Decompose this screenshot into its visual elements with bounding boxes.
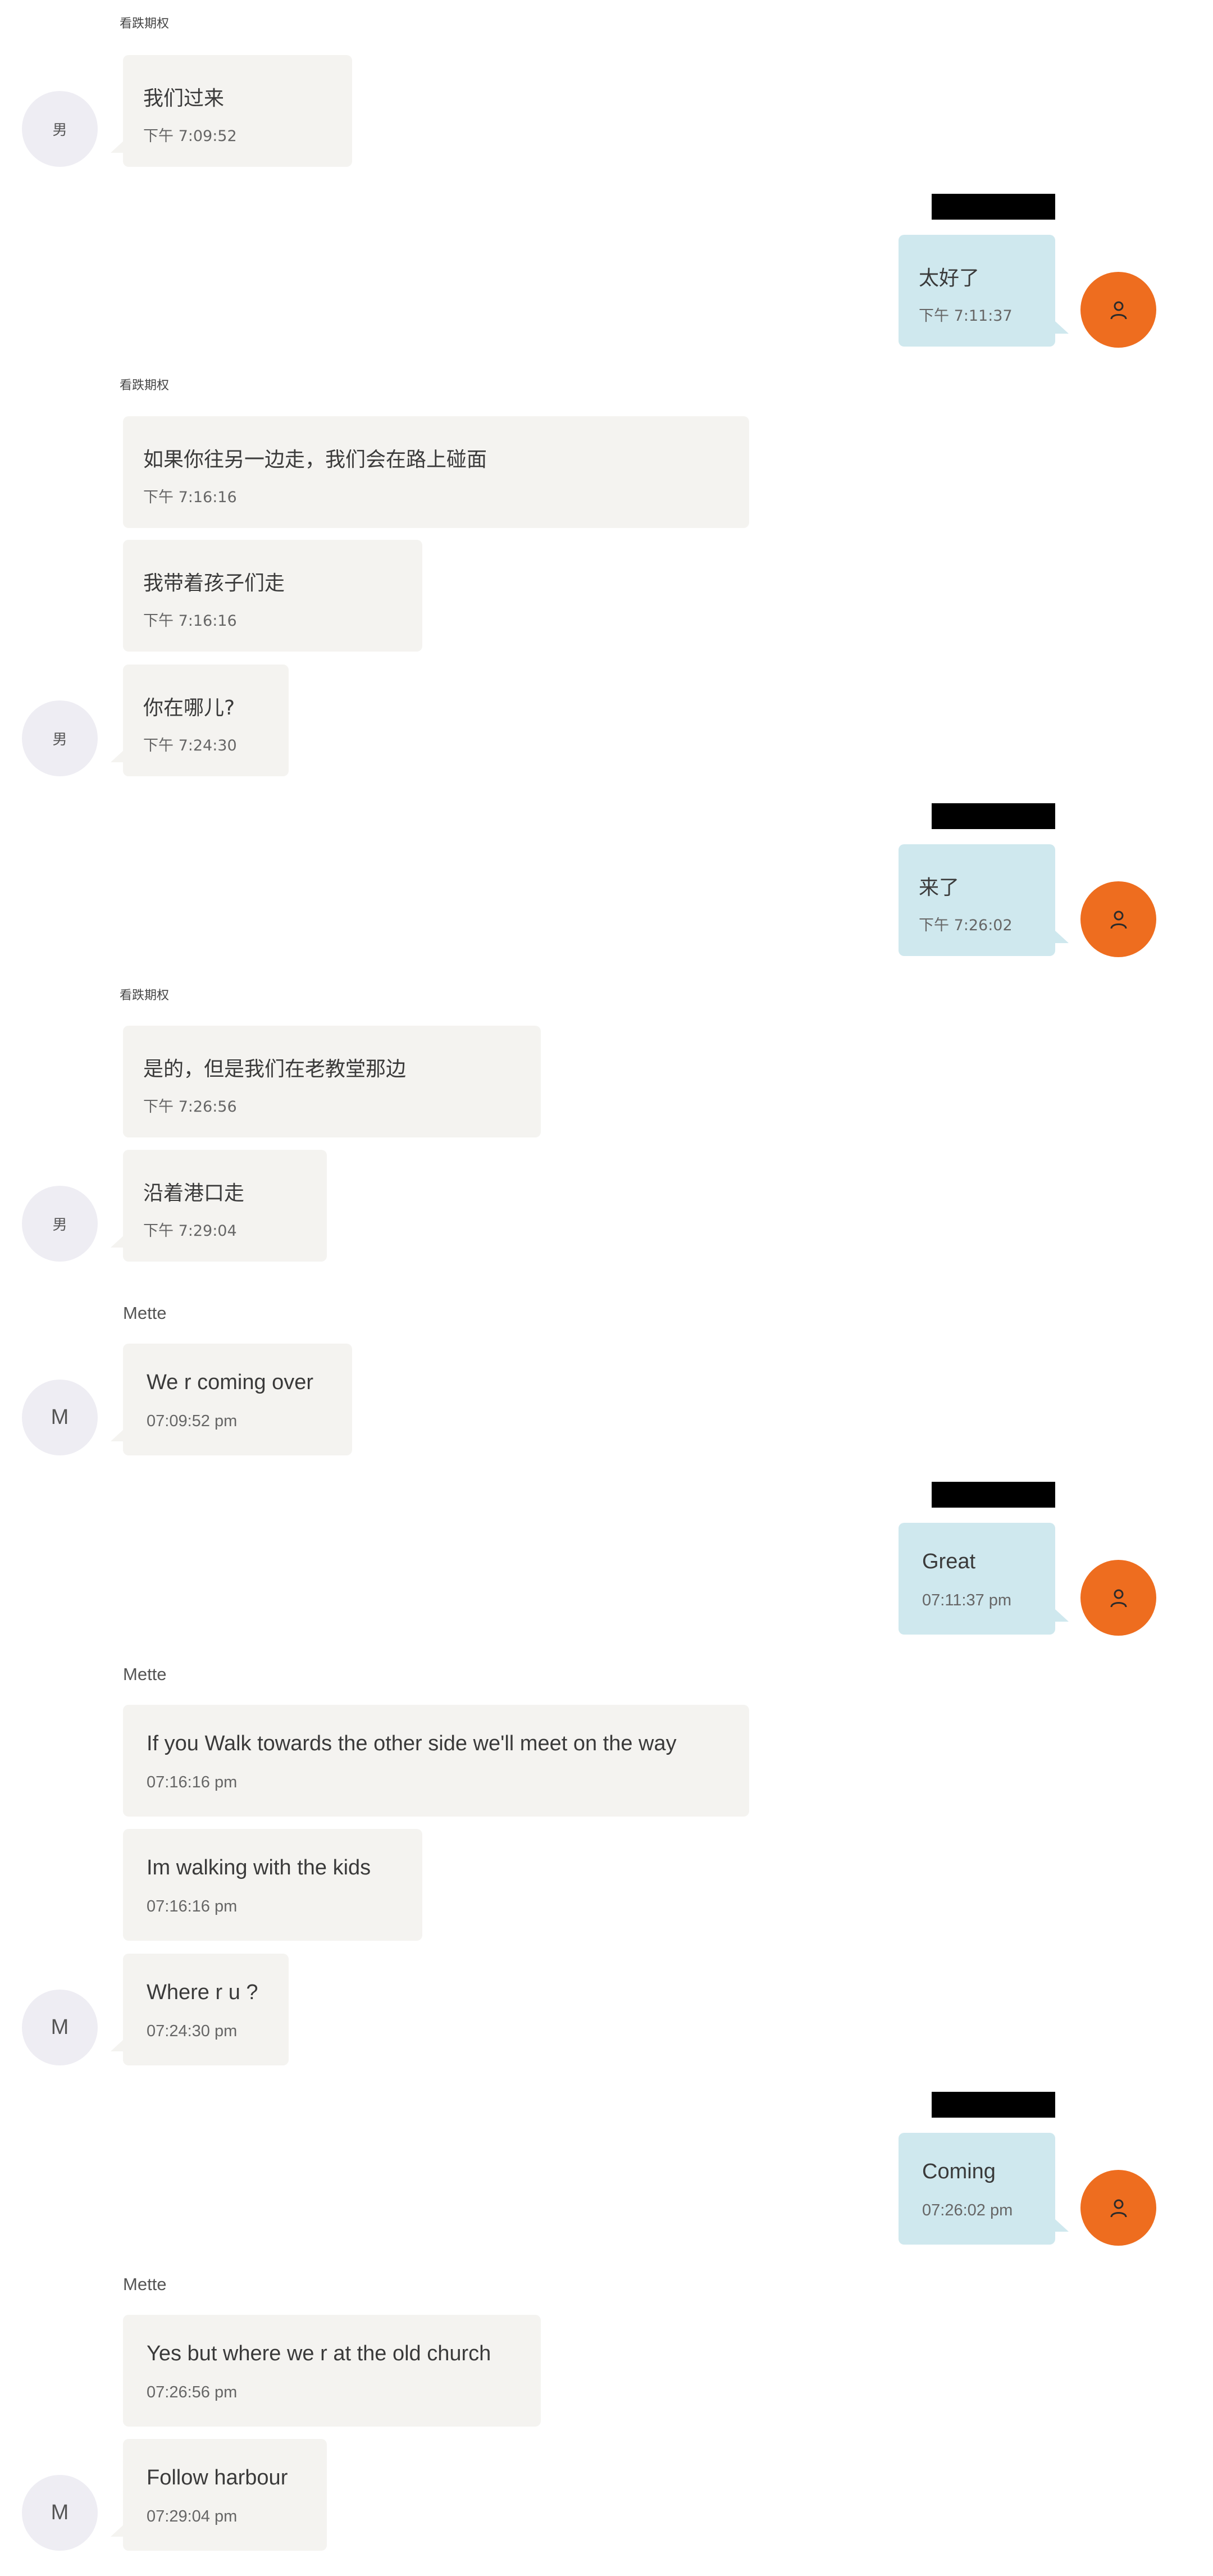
bubble-tail — [1055, 321, 1069, 334]
message-bubble-incoming[interactable]: 如果你往另一边走，我们会在路上碰面 下午 7:16:16 — [123, 416, 749, 528]
message-text: 如果你往另一边走，我们会在路上碰面 — [143, 448, 487, 471]
contact-avatar[interactable]: M — [22, 2475, 98, 2551]
contact-avatar[interactable]: M — [22, 1380, 98, 1455]
contact-avatar[interactable]: 男 — [22, 700, 98, 776]
message-text: Im walking with the kids — [147, 1856, 371, 1879]
bubble-tail — [111, 1429, 124, 1441]
message-text: 太好了 — [919, 267, 980, 290]
message-bubble-outgoing[interactable]: Great 07:11:37 pm — [899, 1523, 1055, 1635]
message-text: 沿着港口走 — [143, 1182, 245, 1205]
message-timestamp: 07:11:37 pm — [922, 1591, 1012, 1609]
message-bubble-outgoing[interactable]: 太好了 下午 7:11:37 — [899, 235, 1055, 347]
self-avatar[interactable] — [1080, 881, 1156, 957]
message-text: Follow harbour — [147, 2466, 288, 2489]
sender-name: 看跌期权 — [120, 989, 170, 1003]
message-text: 我们过来 — [143, 87, 225, 110]
sender-name: 看跌期权 — [120, 379, 170, 393]
message-text: Yes but where we r at the old church — [147, 2342, 491, 2365]
sender-name: 看跌期权 — [120, 17, 170, 31]
bubble-tail — [111, 1235, 124, 1248]
message-bubble-incoming[interactable]: If you Walk towards the other side we'll… — [123, 1705, 749, 1817]
message-bubble-incoming[interactable]: Yes but where we r at the old church 07:… — [123, 2315, 541, 2427]
redacted-sender-name — [932, 1482, 1055, 1508]
message-timestamp: 下午 7:16:16 — [143, 612, 237, 630]
message-timestamp: 下午 7:26:02 — [919, 917, 1013, 934]
contact-avatar[interactable]: 男 — [22, 91, 98, 167]
bubble-tail — [1055, 1609, 1069, 1622]
sender-name: Mette — [123, 1664, 167, 1684]
message-bubble-incoming[interactable]: Im walking with the kids 07:16:16 pm — [123, 1829, 422, 1941]
message-bubble-incoming[interactable]: 你在哪儿? 下午 7:24:30 — [123, 665, 289, 776]
message-timestamp: 07:26:56 pm — [147, 2383, 238, 2401]
bubble-tail — [1055, 2219, 1069, 2232]
contact-avatar[interactable]: M — [22, 1990, 98, 2065]
message-timestamp: 07:16:16 pm — [147, 1773, 238, 1791]
message-timestamp: 07:29:04 pm — [147, 2507, 238, 2525]
bubble-tail — [111, 750, 124, 762]
message-timestamp: 下午 7:26:56 — [143, 1098, 237, 1116]
message-text: Coming — [922, 2160, 996, 2183]
redacted-sender-name — [932, 194, 1055, 220]
message-bubble-incoming[interactable]: 沿着港口走 下午 7:29:04 — [123, 1150, 327, 1262]
message-bubble-incoming[interactable]: 我带着孩子们走 下午 7:16:16 — [123, 540, 422, 652]
person-icon — [1110, 911, 1127, 929]
bubble-tail — [111, 2039, 124, 2051]
message-text: 是的，但是我们在老教堂那边 — [143, 1058, 407, 1081]
person-icon — [1110, 2199, 1127, 2218]
self-avatar[interactable] — [1080, 272, 1156, 348]
message-timestamp: 下午 7:24:30 — [143, 737, 237, 754]
message-timestamp: 07:24:30 pm — [147, 2022, 238, 2040]
message-timestamp: 07:26:02 pm — [922, 2201, 1013, 2219]
message-bubble-incoming[interactable]: We r coming over 07:09:52 pm — [123, 1344, 352, 1455]
message-timestamp: 07:09:52 pm — [147, 1412, 238, 1430]
self-avatar[interactable] — [1080, 2170, 1156, 2246]
message-timestamp: 下午 7:09:52 — [143, 128, 237, 145]
bubble-tail — [111, 140, 124, 153]
message-timestamp: 下午 7:29:04 — [143, 1222, 237, 1240]
redacted-sender-name — [932, 2092, 1055, 2118]
message-bubble-incoming[interactable]: 我们过来 下午 7:09:52 — [123, 55, 352, 167]
message-bubble-incoming[interactable]: 是的，但是我们在老教堂那边 下午 7:26:56 — [123, 1026, 541, 1137]
sender-name: Mette — [123, 2274, 167, 2294]
sender-name: Mette — [123, 1303, 167, 1323]
message-bubble-incoming[interactable]: Follow harbour 07:29:04 pm — [123, 2439, 327, 2551]
self-avatar[interactable] — [1080, 1560, 1156, 1636]
message-timestamp: 07:16:16 pm — [147, 1897, 238, 1915]
bubble-tail — [111, 2524, 124, 2537]
message-text: 你在哪儿? — [143, 697, 235, 720]
message-text: 我带着孩子们走 — [143, 572, 285, 595]
message-bubble-outgoing[interactable]: 来了 下午 7:26:02 — [899, 844, 1055, 956]
message-text: Where r u ? — [147, 1981, 258, 2004]
message-timestamp: 下午 7:11:37 — [919, 307, 1013, 325]
contact-avatar[interactable]: 男 — [22, 1186, 98, 1262]
message-timestamp: 下午 7:16:16 — [143, 489, 237, 506]
message-bubble-incoming[interactable]: Where r u ? 07:24:30 pm — [123, 1954, 289, 2065]
message-text: We r coming over — [147, 1371, 314, 1394]
redacted-sender-name — [932, 803, 1055, 829]
message-bubble-outgoing[interactable]: Coming 07:26:02 pm — [899, 2133, 1055, 2245]
person-icon — [1110, 1589, 1127, 1608]
message-text: If you Walk towards the other side we'll… — [147, 1732, 677, 1755]
message-text: 来了 — [919, 876, 960, 899]
bubble-tail — [1055, 931, 1069, 943]
person-icon — [1110, 301, 1127, 320]
message-text: Great — [922, 1550, 976, 1573]
